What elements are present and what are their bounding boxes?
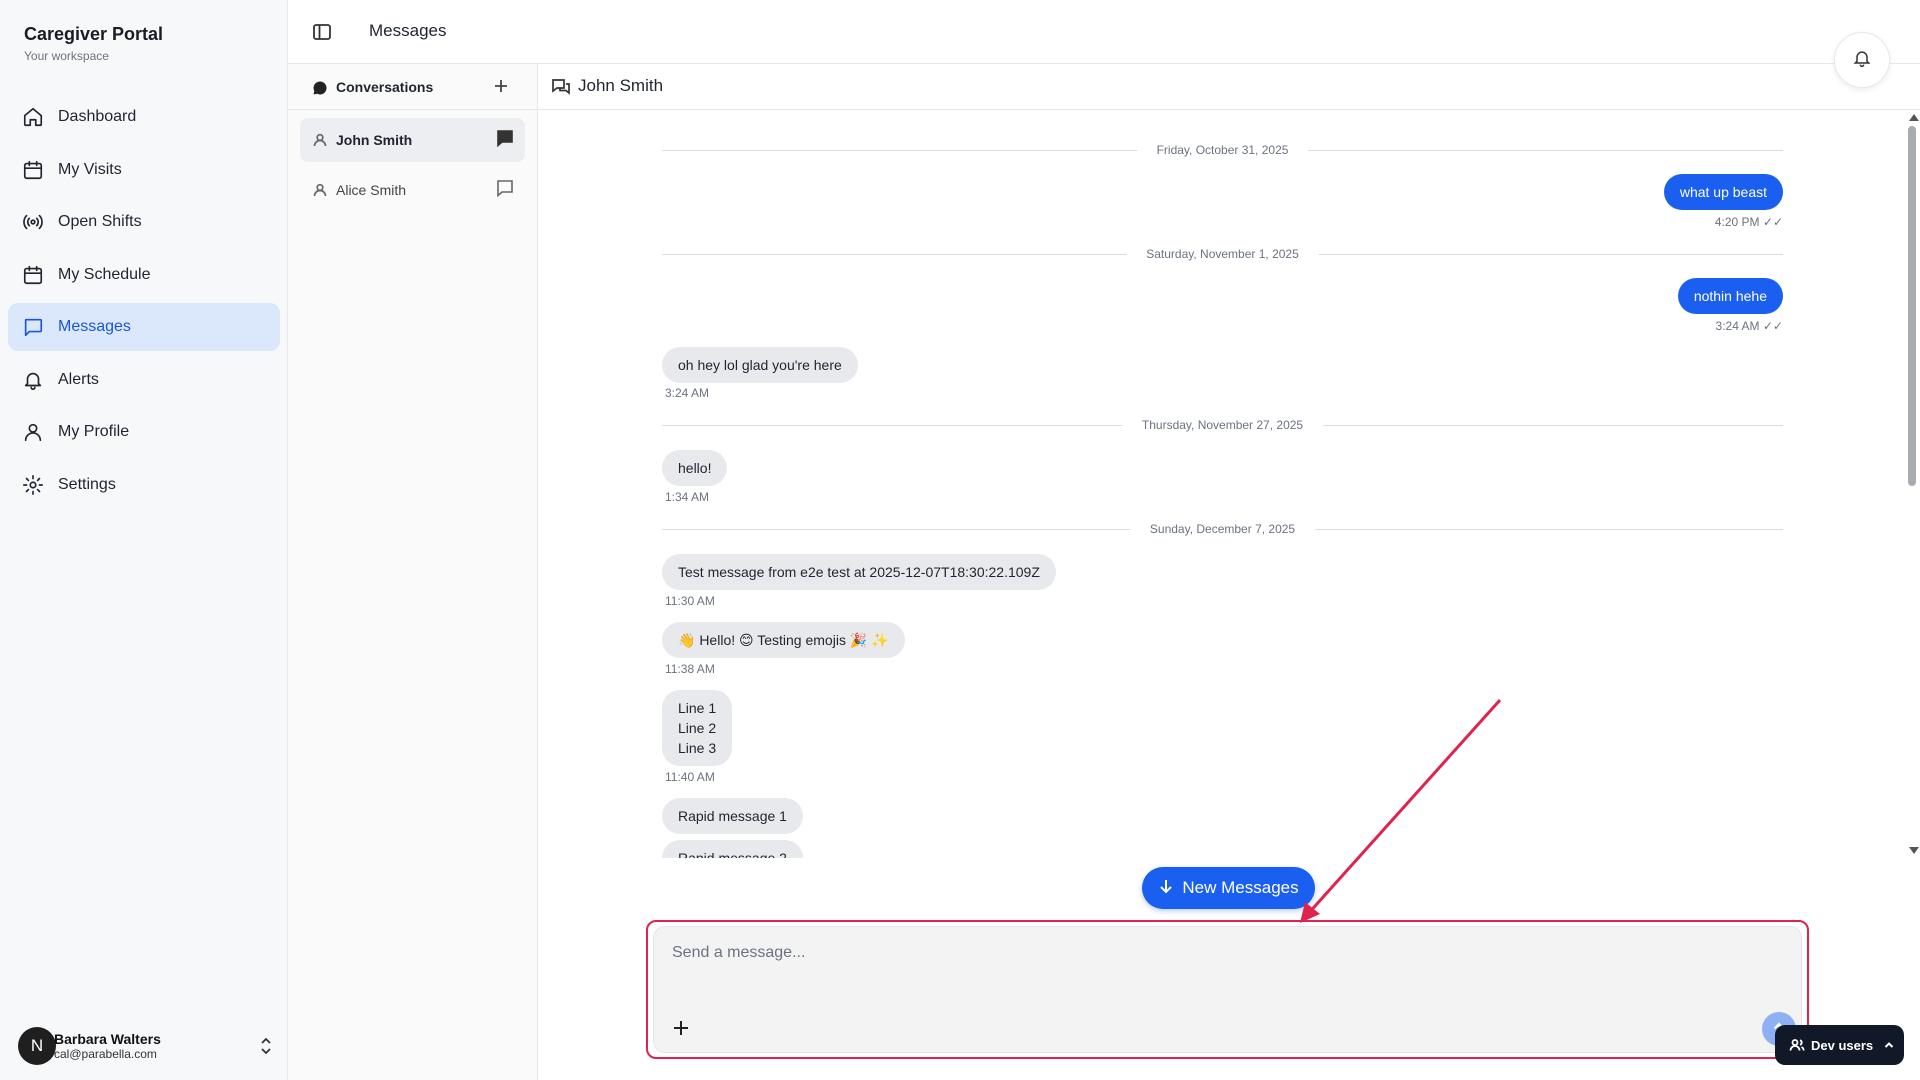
message-bubble: Line 1 Line 2 Line 3 — [662, 690, 733, 766]
message-bubble: Test message from e2e test at 2025-12-07… — [662, 554, 1056, 590]
message-bubble: hello! — [662, 450, 728, 486]
sidebar: Caregiver Portal Your workspace Dashboar… — [0, 0, 288, 1080]
message-time: 4:20 PM ✓✓ — [1714, 215, 1783, 229]
sidebar-toggle-icon[interactable] — [312, 22, 332, 42]
message-square-icon — [22, 316, 44, 338]
bell-icon — [22, 369, 44, 391]
arrow-down-icon — [1158, 878, 1182, 899]
gear-icon — [22, 474, 44, 496]
message-time: 11:38 AM — [665, 662, 715, 676]
top-header: Messages — [288, 0, 1920, 64]
scroll-up-arrow[interactable] — [1909, 114, 1919, 121]
sidebar-nav: Dashboard My Visits Open Shifts My Sched… — [8, 93, 280, 513]
chat-header: John Smith — [538, 64, 1920, 110]
conversation-name: John Smith — [336, 132, 413, 148]
chevrons-up-down-icon — [258, 1036, 274, 1056]
date-separator: Friday, October 31, 2025 — [662, 140, 1783, 160]
sidebar-item-messages[interactable]: Messages — [8, 303, 280, 351]
sidebar-item-label: Open Shifts — [58, 213, 142, 230]
notifications-button[interactable] — [1834, 32, 1890, 88]
sidebar-item-my-schedule[interactable]: My Schedule — [8, 251, 280, 299]
message-scrollbar[interactable] — [1906, 110, 1920, 858]
users-icon — [1789, 1037, 1805, 1053]
date-separator: Thursday, November 27, 2025 — [662, 415, 1783, 435]
conversation-item-alice-smith[interactable]: Alice Smith — [300, 168, 525, 212]
sidebar-item-label: Messages — [58, 318, 131, 335]
date-separator: Sunday, December 7, 2025 — [662, 519, 1783, 539]
sidebar-item-label: My Visits — [58, 160, 122, 178]
app-title: Caregiver Portal — [24, 24, 164, 44]
calendar-icon — [22, 159, 44, 181]
message-time: 11:40 AM — [665, 770, 715, 784]
message-bubble: 👋 Hello! 😊 Testing emojis 🎉 ✨ — [662, 622, 905, 658]
annotation-highlight-box — [646, 920, 1809, 1059]
app-subtitle: Your workspace — [24, 49, 109, 63]
user-info: Barbara Walters cal@parabella.com — [54, 1031, 161, 1061]
user-icon — [312, 182, 328, 198]
dev-users-button[interactable]: Dev users — [1775, 1025, 1904, 1065]
new-conversation-button[interactable] — [492, 77, 510, 95]
avatar: N — [18, 1027, 56, 1065]
sidebar-item-my-visits[interactable]: My Visits — [8, 146, 280, 194]
scroll-thumb[interactable] — [1908, 126, 1916, 486]
message-square-icon — [495, 178, 515, 198]
conversations-title: Conversations — [336, 79, 434, 95]
message-list[interactable]: Friday, October 31, 2025 what up beast 4… — [538, 110, 1908, 858]
user-menu[interactable]: N Barbara Walters cal@parabella.com — [18, 1026, 274, 1066]
user-icon — [22, 421, 44, 443]
home-icon — [22, 106, 44, 128]
sidebar-item-dashboard[interactable]: Dashboard — [8, 93, 280, 141]
brand: Caregiver Portal Your workspace — [24, 23, 163, 63]
sidebar-item-settings[interactable]: Settings — [8, 461, 280, 509]
sidebar-item-open-shifts[interactable]: Open Shifts — [8, 198, 280, 246]
dev-users-label: Dev users — [1811, 1037, 1874, 1053]
chevron-up-icon — [1883, 1039, 1895, 1051]
sidebar-item-label: My Schedule — [58, 265, 151, 283]
message-circle-icon — [312, 80, 328, 96]
broadcast-icon — [22, 211, 44, 233]
message-time: 3:24 AM ✓✓ — [1715, 319, 1783, 333]
conversation-item-john-smith[interactable]: John Smith — [300, 118, 525, 162]
conversations-panel: Conversations John Smith Alice Smith — [288, 64, 538, 1080]
date-separator: Saturday, November 1, 2025 — [662, 244, 1783, 264]
user-icon — [312, 132, 328, 148]
user-email: cal@parabella.com — [54, 1047, 157, 1061]
calendar-icon — [22, 264, 44, 286]
message-square-icon — [495, 128, 515, 148]
new-messages-label: New Messages — [1182, 878, 1299, 897]
sidebar-item-label: Alerts — [58, 370, 99, 388]
chat-title: John Smith — [578, 76, 664, 95]
sidebar-item-my-profile[interactable]: My Profile — [8, 408, 280, 456]
message-bubble: Rapid message 1 — [662, 798, 803, 834]
user-name: Barbara Walters — [54, 1031, 161, 1047]
sidebar-item-label: Dashboard — [58, 108, 137, 125]
scroll-down-arrow[interactable] — [1909, 847, 1919, 854]
message-time: 11:30 AM — [665, 594, 715, 608]
bell-icon — [1852, 48, 1872, 73]
message-bubble: Rapid message 2 — [662, 840, 803, 858]
new-messages-button[interactable]: New Messages — [1142, 867, 1315, 909]
page-title: Messages — [369, 21, 447, 40]
message-bubble: oh hey lol glad you're here — [662, 347, 858, 383]
message-bubble: what up beast — [1663, 174, 1783, 210]
message-time: 3:24 AM — [665, 386, 710, 400]
message-bubble: nothin hehe — [1677, 278, 1783, 314]
message-time: 1:34 AM — [665, 490, 710, 504]
sidebar-item-label: Settings — [58, 475, 116, 493]
conversations-header: Conversations — [288, 64, 538, 110]
sidebar-item-label: My Profile — [58, 423, 130, 440]
messages-icon — [551, 77, 571, 97]
sidebar-item-alerts[interactable]: Alerts — [8, 356, 280, 404]
conversation-name: Alice Smith — [336, 182, 407, 198]
